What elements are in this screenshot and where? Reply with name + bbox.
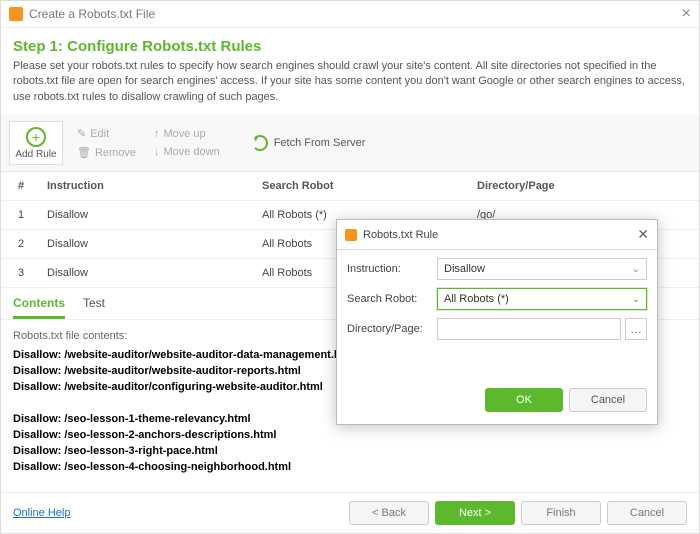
- move-down-label: Move down: [163, 146, 219, 158]
- footer: Online Help < Back Next > Finish Cancel: [1, 492, 699, 533]
- directory-input[interactable]: [437, 318, 621, 340]
- next-button[interactable]: Next >: [435, 501, 515, 525]
- fetch-button[interactable]: Fetch From Server: [252, 135, 366, 151]
- step-description: Please set your robots.txt rules to spec…: [1, 59, 699, 115]
- finish-button[interactable]: Finish: [521, 501, 601, 525]
- tab-test[interactable]: Test: [83, 296, 105, 319]
- move-up-label: Move up: [163, 128, 205, 140]
- col-header-robot: Search Robot: [256, 172, 471, 200]
- chevron-down-icon: ⌄: [632, 294, 640, 305]
- online-help-link[interactable]: Online Help: [13, 507, 70, 519]
- search-robot-select[interactable]: All Robots (*) ⌄: [437, 288, 647, 310]
- instruction-value: Disallow: [444, 263, 485, 275]
- edit-label: Edit: [90, 128, 109, 140]
- move-down-button[interactable]: ↓Move down: [150, 144, 224, 160]
- dialog-title: Robots.txt Rule: [363, 229, 637, 241]
- table-header: # Instruction Search Robot Directory/Pag…: [1, 172, 699, 201]
- remove-button[interactable]: 🗑 Remove: [73, 144, 140, 161]
- browse-button[interactable]: …: [625, 318, 647, 340]
- file-line: Disallow: /seo-lesson-3-right-pace.html: [13, 444, 687, 460]
- window-title: Create a Robots.txt File: [29, 7, 682, 21]
- cell-num: 3: [1, 259, 41, 287]
- dialog-titlebar: Robots.txt Rule ✕: [337, 220, 657, 250]
- cell-instruction: Disallow: [41, 259, 256, 287]
- directory-label: Directory/Page:: [347, 323, 437, 335]
- file-line: Disallow: /seo-lesson-2-anchors-descript…: [13, 428, 687, 444]
- search-robot-label: Search Robot:: [347, 293, 437, 305]
- file-line: Disallow: /seo-lesson-5-staying-se-frien…: [13, 476, 687, 479]
- dialog-icon: [345, 229, 357, 241]
- add-rule-button[interactable]: + Add Rule: [9, 121, 63, 165]
- app-icon: [9, 7, 23, 21]
- instruction-select[interactable]: Disallow ⌄: [437, 258, 647, 280]
- move-up-button[interactable]: ↑Move up: [150, 126, 224, 142]
- plus-icon: +: [26, 127, 46, 147]
- cell-instruction: Disallow: [41, 230, 256, 258]
- cell-num: 2: [1, 230, 41, 258]
- robots-rule-dialog: Robots.txt Rule ✕ Instruction: Disallow …: [336, 219, 658, 425]
- toolbar: + Add Rule ✎ Edit 🗑 Remove ↑Move up ↓Move …: [1, 115, 699, 172]
- cell-num: 1: [1, 201, 41, 229]
- refresh-icon: [252, 135, 268, 151]
- arrow-up-icon: ↑: [154, 128, 160, 140]
- instruction-label: Instruction:: [347, 263, 437, 275]
- arrow-down-icon: ↓: [154, 146, 160, 158]
- close-icon[interactable]: ×: [682, 5, 691, 23]
- dialog-close-icon[interactable]: ✕: [637, 226, 649, 243]
- file-line: Disallow: /seo-lesson-4-choosing-neighbo…: [13, 460, 687, 476]
- titlebar: Create a Robots.txt File ×: [1, 1, 699, 28]
- step-title: Step 1: Configure Robots.txt Rules: [1, 28, 699, 59]
- col-header-num: #: [1, 172, 41, 200]
- col-header-instruction: Instruction: [41, 172, 256, 200]
- search-robot-value: All Robots (*): [444, 293, 509, 305]
- col-header-dir: Directory/Page: [471, 172, 699, 200]
- cancel-button[interactable]: Cancel: [607, 501, 687, 525]
- remove-label: Remove: [95, 147, 136, 159]
- add-rule-label: Add Rule: [15, 149, 56, 160]
- edit-button[interactable]: ✎ Edit: [73, 125, 140, 142]
- cell-instruction: Disallow: [41, 201, 256, 229]
- chevron-down-icon: ⌄: [632, 264, 640, 275]
- back-button[interactable]: < Back: [349, 501, 429, 525]
- fetch-label: Fetch From Server: [274, 137, 366, 149]
- dialog-cancel-button[interactable]: Cancel: [569, 388, 647, 412]
- dialog-ok-button[interactable]: OK: [485, 388, 563, 412]
- tab-contents[interactable]: Contents: [13, 296, 65, 319]
- trash-icon: 🗑: [77, 146, 91, 159]
- pencil-icon: ✎: [77, 127, 86, 140]
